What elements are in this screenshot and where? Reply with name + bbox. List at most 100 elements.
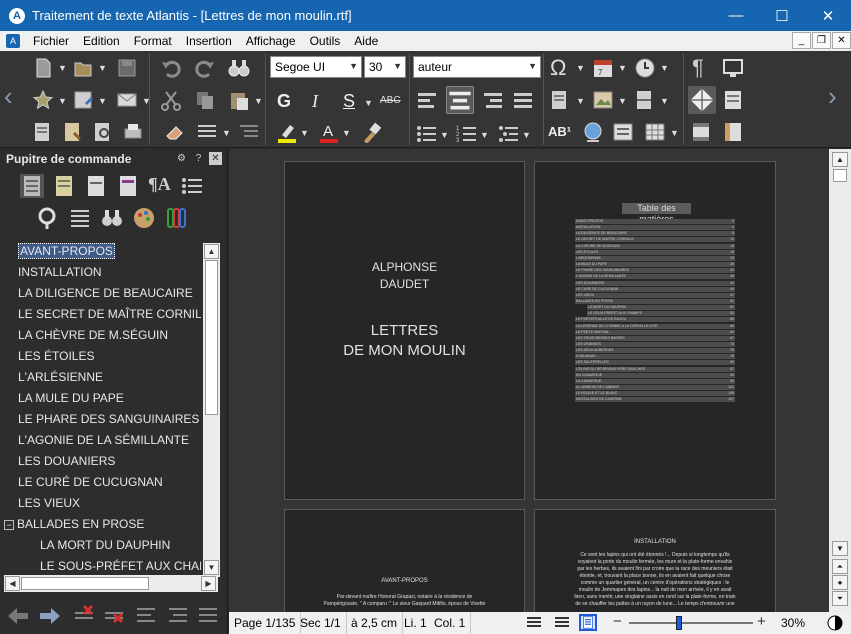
align-center-icon[interactable] — [446, 86, 474, 114]
doc-scroll-up-icon[interactable]: ▲ — [832, 152, 848, 167]
panel-styles-list-icon[interactable] — [52, 174, 76, 198]
toc-entry[interactable]: L'AGONIE DE LA SÉMILLANTE 36 — [575, 274, 735, 280]
document-area[interactable]: ALPHONSE DAUDET LETTRES DE MON MOULIN Ta… — [229, 149, 829, 612]
multilevel-list-dropdown-icon[interactable]: ▼ — [522, 130, 531, 140]
font-color-dropdown-icon[interactable]: ▼ — [342, 128, 351, 138]
save-icon[interactable] — [116, 57, 138, 79]
toc-entry[interactable]: LES ÉTOILES 19 — [575, 249, 735, 255]
insert-date-icon[interactable]: 7 — [592, 57, 614, 79]
outline-item[interactable]: L'ARLÉSIENNE — [4, 367, 201, 388]
insert-picture-icon[interactable] — [592, 89, 614, 111]
toc-entry[interactable]: L'ARLÉSIENNE 23 — [575, 255, 735, 261]
move-heading-icon[interactable] — [196, 604, 220, 628]
email-icon[interactable] — [116, 89, 138, 111]
outline-item[interactable]: LA MORT DU DAUPHIN — [4, 535, 201, 556]
style-dropdown-icon[interactable]: ▼ — [528, 61, 537, 71]
save-as-dropdown-icon[interactable]: ▼ — [98, 96, 107, 106]
toc-entry[interactable]: BALLADES EN PROSE 51 — [575, 298, 735, 304]
select-dropdown-icon[interactable]: ▼ — [222, 128, 231, 138]
navigate-forward-arrow-icon[interactable] — [38, 604, 62, 628]
toc-entry[interactable]: LA DILIGENCE DE BEAUCAIRE 8 — [575, 231, 735, 237]
outline-item[interactable]: L'AGONIE DE LA SÉMILLANTE — [4, 430, 201, 451]
page-table-of-contents[interactable]: Table des matières AVANT-PROPOS 3 INSTALLA… — [534, 161, 776, 500]
toolbar-scroll-left-icon[interactable]: ‹ — [4, 81, 13, 112]
page-cover[interactable]: ALPHONSE DAUDET LETTRES DE MON MOULIN — [284, 161, 525, 500]
toc-entry[interactable]: LES SAUTERELLES 84 — [575, 360, 735, 366]
undo-icon[interactable] — [160, 57, 182, 79]
toc-entry[interactable]: LE PORTEFEUILLE DE BIXIOU 55 — [575, 317, 735, 323]
toc-entry[interactable]: LA MULE DU PAPE 26 — [575, 262, 735, 268]
outline-item[interactable]: INSTALLATION — [4, 262, 201, 283]
demote-heading-icon[interactable] — [166, 604, 190, 628]
insert-table-cells-icon[interactable] — [550, 89, 572, 111]
mdi-restore-button[interactable]: ❐ — [812, 32, 831, 49]
favorites-dropdown-icon[interactable]: ▼ — [58, 96, 67, 106]
multilevel-list-icon[interactable] — [498, 123, 520, 145]
panel-find-replace-icon[interactable] — [36, 206, 60, 230]
menu-affichage[interactable]: Affichage — [239, 34, 303, 48]
bullet-list-dropdown-icon[interactable]: ▼ — [440, 130, 449, 140]
maximize-button[interactable]: ☐ — [759, 0, 805, 31]
mdi-close-button[interactable]: ✕ — [832, 32, 851, 49]
underline-dropdown-icon[interactable]: ▼ — [364, 98, 373, 108]
doc-scroll-thumb[interactable] — [833, 169, 847, 182]
insert-field-dropdown-icon[interactable]: ▼ — [576, 96, 585, 106]
outline-item[interactable]: LA MULE DU PAPE — [4, 388, 201, 409]
document-map-icon[interactable] — [238, 121, 260, 143]
page-layout-view-icon[interactable] — [579, 614, 597, 631]
outline-item[interactable]: LE PHARE DES SANGUINAIRES — [4, 409, 201, 430]
tree-hscroll-thumb[interactable] — [21, 577, 149, 590]
zoom-slider[interactable] — [629, 616, 753, 630]
zoom-percentage[interactable]: 30% — [781, 616, 805, 630]
style-combo[interactable]: auteur ▼ — [413, 56, 541, 78]
delete-section-icon[interactable] — [102, 604, 126, 628]
zoom-slider-knob[interactable] — [676, 616, 683, 630]
numbered-list-icon[interactable]: 123 — [456, 123, 478, 145]
underline-button[interactable]: S — [343, 91, 355, 112]
zoom-out-button[interactable]: − — [613, 613, 622, 630]
open-dropdown-icon[interactable]: ▼ — [98, 63, 107, 73]
outline-item[interactable]: − BALLADES EN PROSE — [4, 514, 201, 535]
close-button[interactable]: ✕ — [805, 0, 851, 31]
outline-item[interactable]: LE SECRET DE MAÎTRE CORNILLE — [4, 304, 201, 325]
panel-document-info-icon[interactable] — [84, 174, 108, 198]
menu-format[interactable]: Format — [127, 34, 179, 48]
tree-horizontal-scrollbar[interactable]: ◀ ▶ — [4, 575, 218, 592]
find-binoculars-icon[interactable] — [228, 57, 250, 79]
toc-entry[interactable]: LA CAMARGUE 95 — [575, 378, 735, 384]
italic-button[interactable]: I — [312, 91, 318, 112]
panel-settings-gear-icon[interactable]: ⚙ — [175, 152, 188, 165]
toc-entry[interactable]: LE CURÉ DE CUCUGNAN 44 — [575, 286, 735, 292]
insert-table-icon[interactable] — [644, 121, 666, 143]
tree-scroll-right-icon[interactable]: ▶ — [201, 576, 216, 591]
select-all-icon[interactable] — [196, 121, 218, 143]
menu-outils[interactable]: Outils — [303, 34, 348, 48]
promote-heading-icon[interactable] — [134, 604, 158, 628]
zoom-in-button[interactable]: + — [757, 613, 766, 630]
paste-icon[interactable] — [228, 89, 250, 111]
toc-entry[interactable]: LA LÉGENDE DE L'HOMME À LA CERVELLE D'OR… — [575, 323, 735, 329]
menu-fichier[interactable]: Fichier — [26, 34, 76, 48]
full-screen-icon[interactable] — [722, 57, 744, 79]
email-dropdown-icon[interactable]: ▼ — [142, 96, 151, 106]
toc-entry[interactable]: LES DOUANIERS 41 — [575, 280, 735, 286]
panel-help-icon[interactable]: ? — [192, 152, 205, 165]
font-name-combo[interactable]: Segoe UI ▼ — [270, 56, 362, 78]
tree-scroll-left-icon[interactable]: ◀ — [5, 576, 20, 591]
collapse-toggle-icon[interactable]: − — [4, 519, 14, 530]
strikethrough-button[interactable]: ABC — [380, 95, 401, 106]
numbered-list-dropdown-icon[interactable]: ▼ — [480, 130, 489, 140]
outline-item[interactable]: LE CURÉ DE CUCUGNAN — [4, 472, 201, 493]
document-menu-icon[interactable]: A — [6, 34, 20, 48]
find-document-icon[interactable] — [92, 121, 114, 143]
status-page[interactable]: Page 1/135 — [229, 612, 302, 634]
delete-heading-icon[interactable] — [72, 604, 96, 628]
toc-entry[interactable]: LES VIEUX 47 — [575, 292, 735, 298]
draft-view-icon[interactable] — [525, 614, 543, 631]
redo-icon[interactable] — [194, 57, 216, 79]
bold-button[interactable]: G — [277, 91, 291, 112]
toc-entry[interactable]: LES ORANGES 73 — [575, 342, 735, 347]
open-icon[interactable] — [72, 57, 94, 79]
save-as-icon[interactable] — [72, 89, 94, 111]
toc-entry[interactable]: LE SOUS-PRÉFET AUX CHAMPS 53 — [587, 311, 735, 317]
